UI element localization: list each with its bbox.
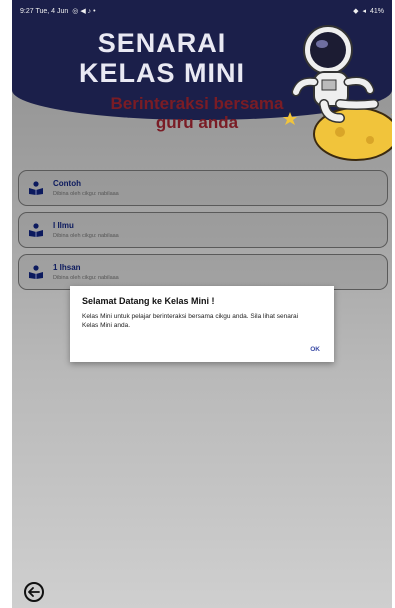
class-title: Contoh xyxy=(53,179,81,188)
battery-saver-icon: ◆ xyxy=(353,8,359,15)
astronaut-illustration xyxy=(283,25,392,161)
class-teacher: Dibina oleh cikgu: nabilaaa xyxy=(53,275,119,281)
class-card-text: Contoh Dibina oleh cikgu: nabilaaa xyxy=(53,179,119,197)
page-title-line-2: KELAS MINI xyxy=(78,58,245,88)
status-right: ◆ ◂ 41% xyxy=(353,7,384,16)
dialog-message: Kelas Mini untuk pelajar berinteraksi be… xyxy=(82,313,299,329)
back-button[interactable] xyxy=(24,582,44,602)
book-person-icon xyxy=(19,223,53,237)
subtitle-line-1: Berinteraksi bersama xyxy=(110,94,284,113)
class-title: 1 Ihsan xyxy=(53,263,81,272)
class-card-text: I Ilmu Dibina oleh cikgu: nabilaaa xyxy=(53,221,119,239)
class-card-text: 1 Ihsan Dibina oleh cikgu: nabilaaa xyxy=(53,263,119,281)
subtitle-line-2: guru anda xyxy=(155,113,239,132)
signal-icon: ◂ xyxy=(362,8,366,15)
book-person-icon xyxy=(19,265,53,279)
app-screen: 9:27 Tue, 4 Jun ◎ ◀ ♪ • ◆ ◂ 41% SENARAI … xyxy=(12,0,392,608)
class-card-contoh[interactable]: Contoh Dibina oleh cikgu: nabilaaa xyxy=(18,170,388,206)
class-card-ihsan[interactable]: 1 Ihsan Dibina oleh cikgu: nabilaaa xyxy=(18,254,388,290)
class-teacher: Dibina oleh cikgu: nabilaaa xyxy=(53,233,119,239)
back-arrow-icon xyxy=(28,587,40,597)
status-time: 9:27 Tue, 4 Jun xyxy=(20,7,69,15)
welcome-dialog: Selamat Datang ke Kelas Mini ! Kelas Min… xyxy=(70,286,334,362)
class-card-ilmu[interactable]: I Ilmu Dibina oleh cikgu: nabilaaa xyxy=(18,212,388,248)
status-bar: 9:27 Tue, 4 Jun ◎ ◀ ♪ • ◆ ◂ 41% xyxy=(12,0,392,22)
class-title: I Ilmu xyxy=(53,221,74,230)
battery-level: 41% xyxy=(369,7,384,15)
book-person-icon xyxy=(19,181,53,195)
notification-icons: ◎ ◀ ♪ • xyxy=(72,8,96,15)
class-teacher: Dibina oleh cikgu: nabilaaa xyxy=(53,191,119,197)
page-title-line-1: SENARAI xyxy=(97,28,227,58)
dialog-title: Selamat Datang ke Kelas Mini ! xyxy=(82,296,215,306)
status-left: 9:27 Tue, 4 Jun ◎ ◀ ♪ • xyxy=(20,7,96,16)
dialog-ok-button[interactable]: OK xyxy=(310,346,320,353)
